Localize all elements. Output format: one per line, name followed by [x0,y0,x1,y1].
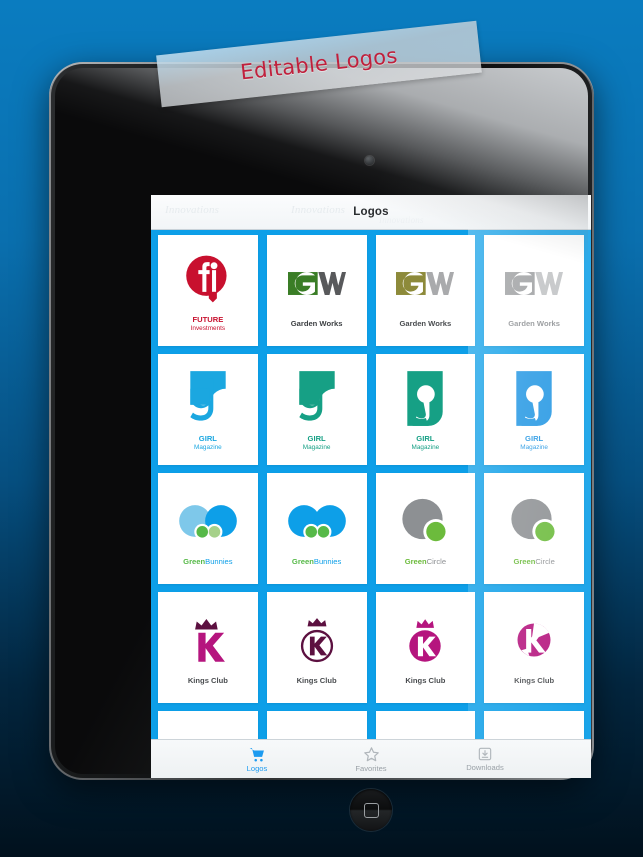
front-camera-icon [365,156,374,165]
circle-notch-mark-icon [484,490,584,552]
caption-line-1: Kings Club [187,676,228,686]
caption-line-1: Green [513,557,536,567]
circle-notch-mark-icon [376,490,476,552]
watermark-text: Innovations [379,215,424,225]
caption-line-1: Garden Works [290,319,343,329]
crown-k-disc-mark-icon [376,609,476,671]
home-square-icon [364,803,379,818]
caption-line-1: GIRL [198,434,217,444]
two-circles-mark-icon [158,490,258,552]
k-disc-split-mark-icon [484,609,584,671]
logo-card[interactable]: GIRL Magazine [158,354,258,465]
home-button[interactable] [350,789,392,831]
logo-card[interactable]: FUTURE Investments [158,235,258,346]
logo-card[interactable]: Kings Club [375,592,476,703]
tablet-device: Innovations Innovations Innovations Logo… [49,62,594,831]
caption-line-1: Green [291,557,314,567]
logo-card-caption: GreenBunnies [292,557,341,566]
tab-label: Logos [246,763,268,773]
fi-circle-mark-icon [158,248,258,310]
caption-line-2: Magazine [194,443,222,451]
logo-card-caption: Kings Club [297,676,337,685]
logo-card-caption: Garden Works [508,319,560,328]
logo-card-caption: GreenBunnies [183,557,232,566]
caption-line-2: Bunnies [313,557,342,567]
banner-label: Editable Logos [239,43,399,85]
logo-card[interactable]: Kings Club [484,592,584,703]
caption-line-2: Circle [426,557,447,567]
logo-card[interactable]: Garden Works [266,235,367,346]
gw-block-mark-icon [484,252,584,314]
gw-block-mark-icon [267,252,367,314]
logo-card[interactable]: Garden Works [375,235,476,346]
star-icon [363,746,380,763]
caption-line-1: Garden Works [508,319,561,329]
caption-line-1: FUTURE [192,315,224,325]
bottom-tabbar: Logos Favorites Downloads [151,739,591,778]
crown-k-ring-mark-icon [267,609,367,671]
caption-line-2: Magazine [411,443,440,451]
caption-line-2: Magazine [520,443,548,451]
logo-card-caption: GIRL Magazine [303,434,331,451]
logo-card[interactable]: GIRL Magazine [484,354,584,465]
app-titlebar: Innovations Innovations Innovations Logo… [151,195,591,230]
g-panel-solid-mark-icon [376,367,476,429]
caption-line-2: Investments [190,324,226,332]
cart-icon [249,746,266,763]
two-circles-mark-icon [267,490,367,552]
gw-block-mark-icon [376,252,476,314]
logo-card[interactable]: Kings Club [266,592,367,703]
caption-line-1: Garden Works [399,319,452,329]
logo-card[interactable]: Garden Works [484,235,584,346]
logo-card-caption: FUTURE Investments [191,315,225,332]
logo-card[interactable]: GIRL Magazine [266,354,367,465]
crown-k-mark-icon [158,609,258,671]
caption-line-2: Circle [535,557,555,567]
tab-favorites[interactable]: Favorites [340,746,402,773]
caption-line-2: Bunnies [205,557,233,567]
caption-line-1: GIRL [416,434,435,444]
tab-label: Downloads [466,763,504,772]
caption-line-1: Kings Club [514,676,555,686]
g-panel-mark-icon [158,367,258,429]
g-panel-mark-icon [267,367,367,429]
logo-card-caption: Garden Works [291,319,343,328]
tablet-screen: Innovations Innovations Innovations Logo… [151,195,591,778]
logo-card[interactable]: Kings Club [158,592,258,703]
logo-card-caption: Kings Club [514,676,554,685]
logo-card-caption: GIRL Magazine [194,434,222,451]
logo-grid: FUTURE Investments Garden Works Garden Wo… [151,229,591,778]
watermark-text: Innovations [291,204,346,216]
logo-card-caption: GIRL Magazine [412,434,440,451]
logo-card[interactable]: GreenCircle [484,473,584,584]
caption-line-2: Magazine [302,443,331,451]
download-icon [477,746,493,762]
caption-line-1: Kings Club [405,676,446,686]
logo-card-caption: GIRL Magazine [520,434,548,451]
logo-card[interactable]: GreenBunnies [158,473,258,584]
tab-downloads[interactable]: Downloads [454,746,516,772]
logo-card-caption: Kings Club [188,676,228,685]
watermark-text: Innovations [165,204,220,216]
tab-logos[interactable]: Logos [226,746,288,773]
logo-card-caption: Kings Club [405,676,445,685]
logo-card[interactable]: GIRL Magazine [375,354,476,465]
caption-line-1: Kings Club [296,676,337,686]
logo-card[interactable]: GreenBunnies [266,473,367,584]
caption-line-1: Green [404,557,427,567]
caption-line-1: GIRL [307,434,326,444]
caption-line-1: Green [183,557,206,567]
logo-card[interactable]: GreenCircle [375,473,476,584]
logo-card-caption: GreenCircle [405,557,446,566]
logo-card-caption: Garden Works [399,319,451,328]
logo-card-caption: GreenCircle [513,557,554,566]
caption-line-1: GIRL [525,434,544,444]
g-panel-solid-mark-icon [484,367,584,429]
tab-label: Favorites [355,763,387,773]
